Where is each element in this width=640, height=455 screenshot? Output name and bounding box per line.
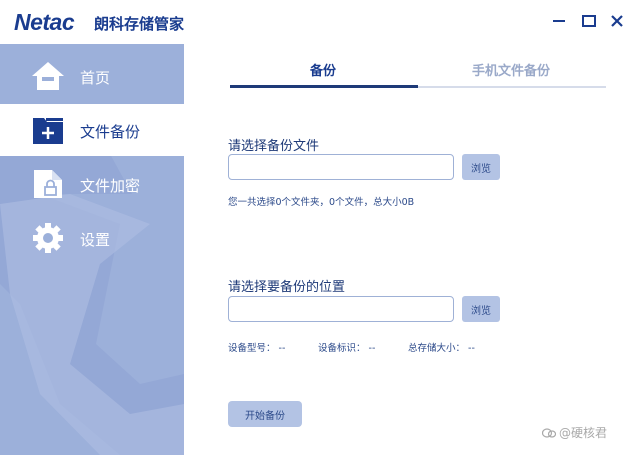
device-id: 设备标识： -- — [318, 343, 376, 354]
sidebar-item-label: 文件加密 — [80, 177, 141, 195]
sidebar: 首页 文件备份 文件加密 设置 — [0, 44, 184, 455]
maximize-button[interactable] — [578, 10, 600, 32]
sidebar-item-home[interactable]: 首页 — [0, 50, 184, 102]
main-panel: 备份 手机文件备份 请选择备份文件 浏览 您一共选择0个文件夹，0个文件，总大小… — [184, 44, 640, 455]
maximize-icon — [582, 15, 596, 27]
watermark-logo-icon — [542, 427, 556, 438]
select-location-label: 请选择要备份的位置 — [228, 280, 346, 295]
sidebar-item-label: 首页 — [80, 69, 111, 87]
start-backup-button[interactable]: 开始备份 — [228, 401, 302, 427]
file-lock-icon — [34, 170, 62, 198]
close-button[interactable] — [606, 10, 628, 32]
folder-add-icon — [33, 118, 63, 144]
total-storage-size: 总存储大小： -- — [408, 343, 475, 354]
sidebar-item-settings[interactable]: 设置 — [0, 212, 184, 264]
minimize-button[interactable] — [548, 10, 570, 32]
selection-summary: 您一共选择0个文件夹，0个文件，总大小0B — [228, 197, 415, 208]
sidebar-item-file-backup[interactable]: 文件备份 — [0, 104, 184, 156]
watermark-text: @硬核君 — [559, 426, 608, 440]
tab-backup[interactable]: 备份 — [310, 60, 336, 79]
tab-active-indicator — [230, 85, 418, 88]
title-bar: Netac 朗科存储管家 — [0, 0, 640, 44]
tab-phone-backup[interactable]: 手机文件备份 — [472, 60, 550, 79]
select-file-label: 请选择备份文件 — [228, 139, 320, 154]
backup-file-input[interactable] — [228, 154, 454, 180]
gear-icon — [33, 223, 63, 253]
device-model: 设备型号： -- — [228, 343, 286, 354]
sidebar-item-label: 设置 — [80, 231, 111, 249]
sidebar-item-label: 文件备份 — [80, 123, 141, 141]
sidebar-item-file-encrypt[interactable]: 文件加密 — [0, 158, 184, 210]
netac-logo: Netac — [14, 9, 75, 35]
close-icon — [611, 15, 623, 27]
home-icon — [32, 62, 64, 90]
browse-location-button[interactable]: 浏览 — [462, 296, 500, 322]
watermark: @硬核君 — [542, 424, 607, 441]
app-title: 朗科存储管家 — [94, 15, 185, 33]
browse-file-button[interactable]: 浏览 — [462, 154, 500, 180]
backup-location-input[interactable] — [228, 296, 454, 322]
minimize-icon — [553, 20, 565, 22]
